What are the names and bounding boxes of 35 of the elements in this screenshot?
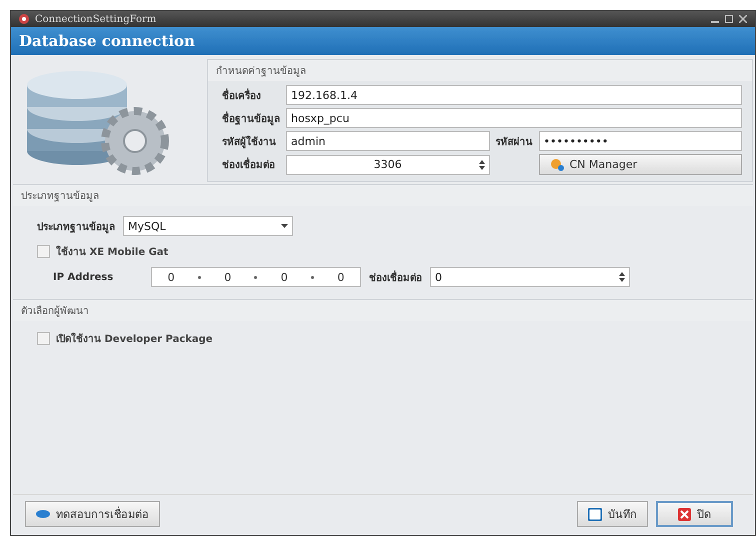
close-icon xyxy=(678,508,691,520)
field-label: ประเภทฐานข้อมูล xyxy=(37,220,115,234)
maximize-icon[interactable] xyxy=(725,15,733,23)
username-field[interactable]: admin xyxy=(286,131,490,151)
database-field[interactable]: hosxp_pcu xyxy=(286,108,742,128)
close-icon[interactable] xyxy=(739,15,747,23)
field-label: ช่องเชื่อมต่อ xyxy=(369,270,422,284)
host-field[interactable]: 192.168.1.4 xyxy=(286,85,742,105)
dot-separator-icon xyxy=(254,276,258,278)
developer-package-checkbox[interactable]: เปิดใช้งาน Developer Package xyxy=(37,331,213,346)
close-button[interactable]: ปิด xyxy=(656,501,733,527)
xe-mobile-checkbox[interactable]: ใช้งาน XE Mobile Gat xyxy=(37,244,168,259)
cn-manager-button[interactable]: CN Manager xyxy=(538,154,742,175)
caret-icon xyxy=(281,224,288,228)
field-label: ชื่อเครื่อง xyxy=(222,88,262,102)
password-field[interactable]: •••••••••• xyxy=(538,131,742,151)
save-button[interactable]: บันทึก xyxy=(577,501,648,527)
spinner-icon[interactable] xyxy=(619,271,625,283)
field-label: IP Address xyxy=(53,272,114,282)
field-label: ช่องเชื่อมต่อ xyxy=(222,157,280,172)
port-field[interactable]: 0 xyxy=(430,267,630,287)
app-icon xyxy=(19,14,29,24)
ip-address-field[interactable]: 0 0 0 0 xyxy=(151,267,361,287)
window-title: ConnectionSettingForm xyxy=(35,14,156,24)
group-legend: กำหนดค่าฐานข้อมูล xyxy=(208,60,752,81)
field-label: รหัสผ่าน xyxy=(496,136,532,148)
spinner-icon[interactable] xyxy=(478,158,484,170)
field-label: รหัสผู้ใช้งาน xyxy=(222,134,277,148)
dot-separator-icon xyxy=(311,276,314,278)
dot-separator-icon xyxy=(198,276,201,278)
port-field[interactable]: 3306 xyxy=(286,154,490,174)
header-title: Database connection xyxy=(19,32,195,50)
test-connection-button[interactable]: ทดสอบการเชื่อมต่อ xyxy=(25,501,160,527)
database-type-dropdown[interactable]: MySQL xyxy=(123,216,293,236)
field-label: ชื่อฐานข้อมูล xyxy=(222,110,280,126)
